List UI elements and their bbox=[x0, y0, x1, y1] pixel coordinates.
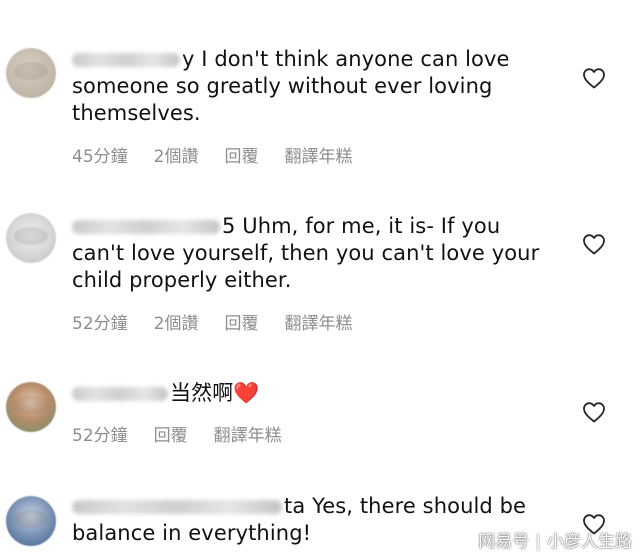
watermark-source: 网易号 bbox=[478, 532, 530, 552]
blurred-username[interactable] bbox=[72, 53, 180, 67]
heart-outline-icon[interactable] bbox=[582, 67, 606, 89]
reply-button[interactable]: 回覆 bbox=[154, 421, 188, 446]
comment-time: 45分鐘 bbox=[72, 147, 128, 167]
translate-button[interactable]: 翻譯年糕 bbox=[284, 309, 352, 334]
blurred-username[interactable] bbox=[72, 387, 168, 401]
watermark: 网易号 | 小彦人生路 bbox=[478, 527, 632, 552]
comment-body-rest: someone so greatly without ever loving t… bbox=[72, 74, 493, 125]
comment-body-first: I don't think anyone can love bbox=[194, 47, 510, 71]
likes-count[interactable]: 2個讚 bbox=[154, 142, 199, 167]
watermark-author: 小彦人生路 bbox=[547, 532, 632, 552]
reply-button[interactable]: 回覆 bbox=[224, 142, 258, 167]
avatar[interactable] bbox=[6, 48, 56, 98]
comment-body-rest: balance in everything! bbox=[72, 521, 312, 545]
comment-body-first: 当然啊 bbox=[170, 381, 234, 405]
comment-text: y I don't think anyone can love someone … bbox=[72, 46, 552, 127]
heart-outline-icon[interactable] bbox=[582, 401, 606, 423]
comment-meta: 45分鐘 2個讚 回覆 翻譯年糕 bbox=[72, 142, 352, 167]
comment-time: 52分鐘 bbox=[72, 314, 128, 334]
comments-screen: y I don't think anyone can love someone … bbox=[0, 0, 640, 560]
reply-button[interactable]: 回覆 bbox=[224, 309, 258, 334]
comment-text: 当然啊❤️ bbox=[72, 380, 552, 407]
username-tail[interactable]: y bbox=[182, 47, 195, 71]
blurred-username[interactable] bbox=[72, 500, 282, 514]
translate-button[interactable]: 翻譯年糕 bbox=[214, 421, 282, 446]
watermark-separator: | bbox=[535, 532, 541, 552]
comment-meta: 52分鐘 回覆 翻譯年糕 bbox=[72, 421, 282, 446]
username-tail[interactable]: ta bbox=[284, 494, 305, 518]
heart-emoji: ❤️ bbox=[233, 381, 260, 405]
avatar[interactable] bbox=[6, 496, 56, 546]
comment-body-first: Uhm, for me, it is- If you bbox=[235, 214, 501, 238]
avatar[interactable] bbox=[6, 382, 56, 432]
heart-outline-icon[interactable] bbox=[582, 233, 606, 255]
likes-count[interactable]: 2個讚 bbox=[154, 309, 199, 334]
comment-body-first: Yes, there should be bbox=[305, 494, 527, 518]
avatar[interactable] bbox=[6, 213, 56, 263]
username-tail[interactable]: 5 bbox=[222, 214, 235, 238]
comment-body-rest: can't love yourself, then you can't love… bbox=[72, 241, 540, 292]
comment-meta: 52分鐘 2個讚 回覆 翻譯年糕 bbox=[72, 309, 352, 334]
blurred-username[interactable] bbox=[72, 220, 220, 234]
comment-time: 52分鐘 bbox=[72, 426, 128, 446]
translate-button[interactable]: 翻譯年糕 bbox=[284, 142, 352, 167]
comment-text: 5 Uhm, for me, it is- If you can't love … bbox=[72, 213, 552, 294]
